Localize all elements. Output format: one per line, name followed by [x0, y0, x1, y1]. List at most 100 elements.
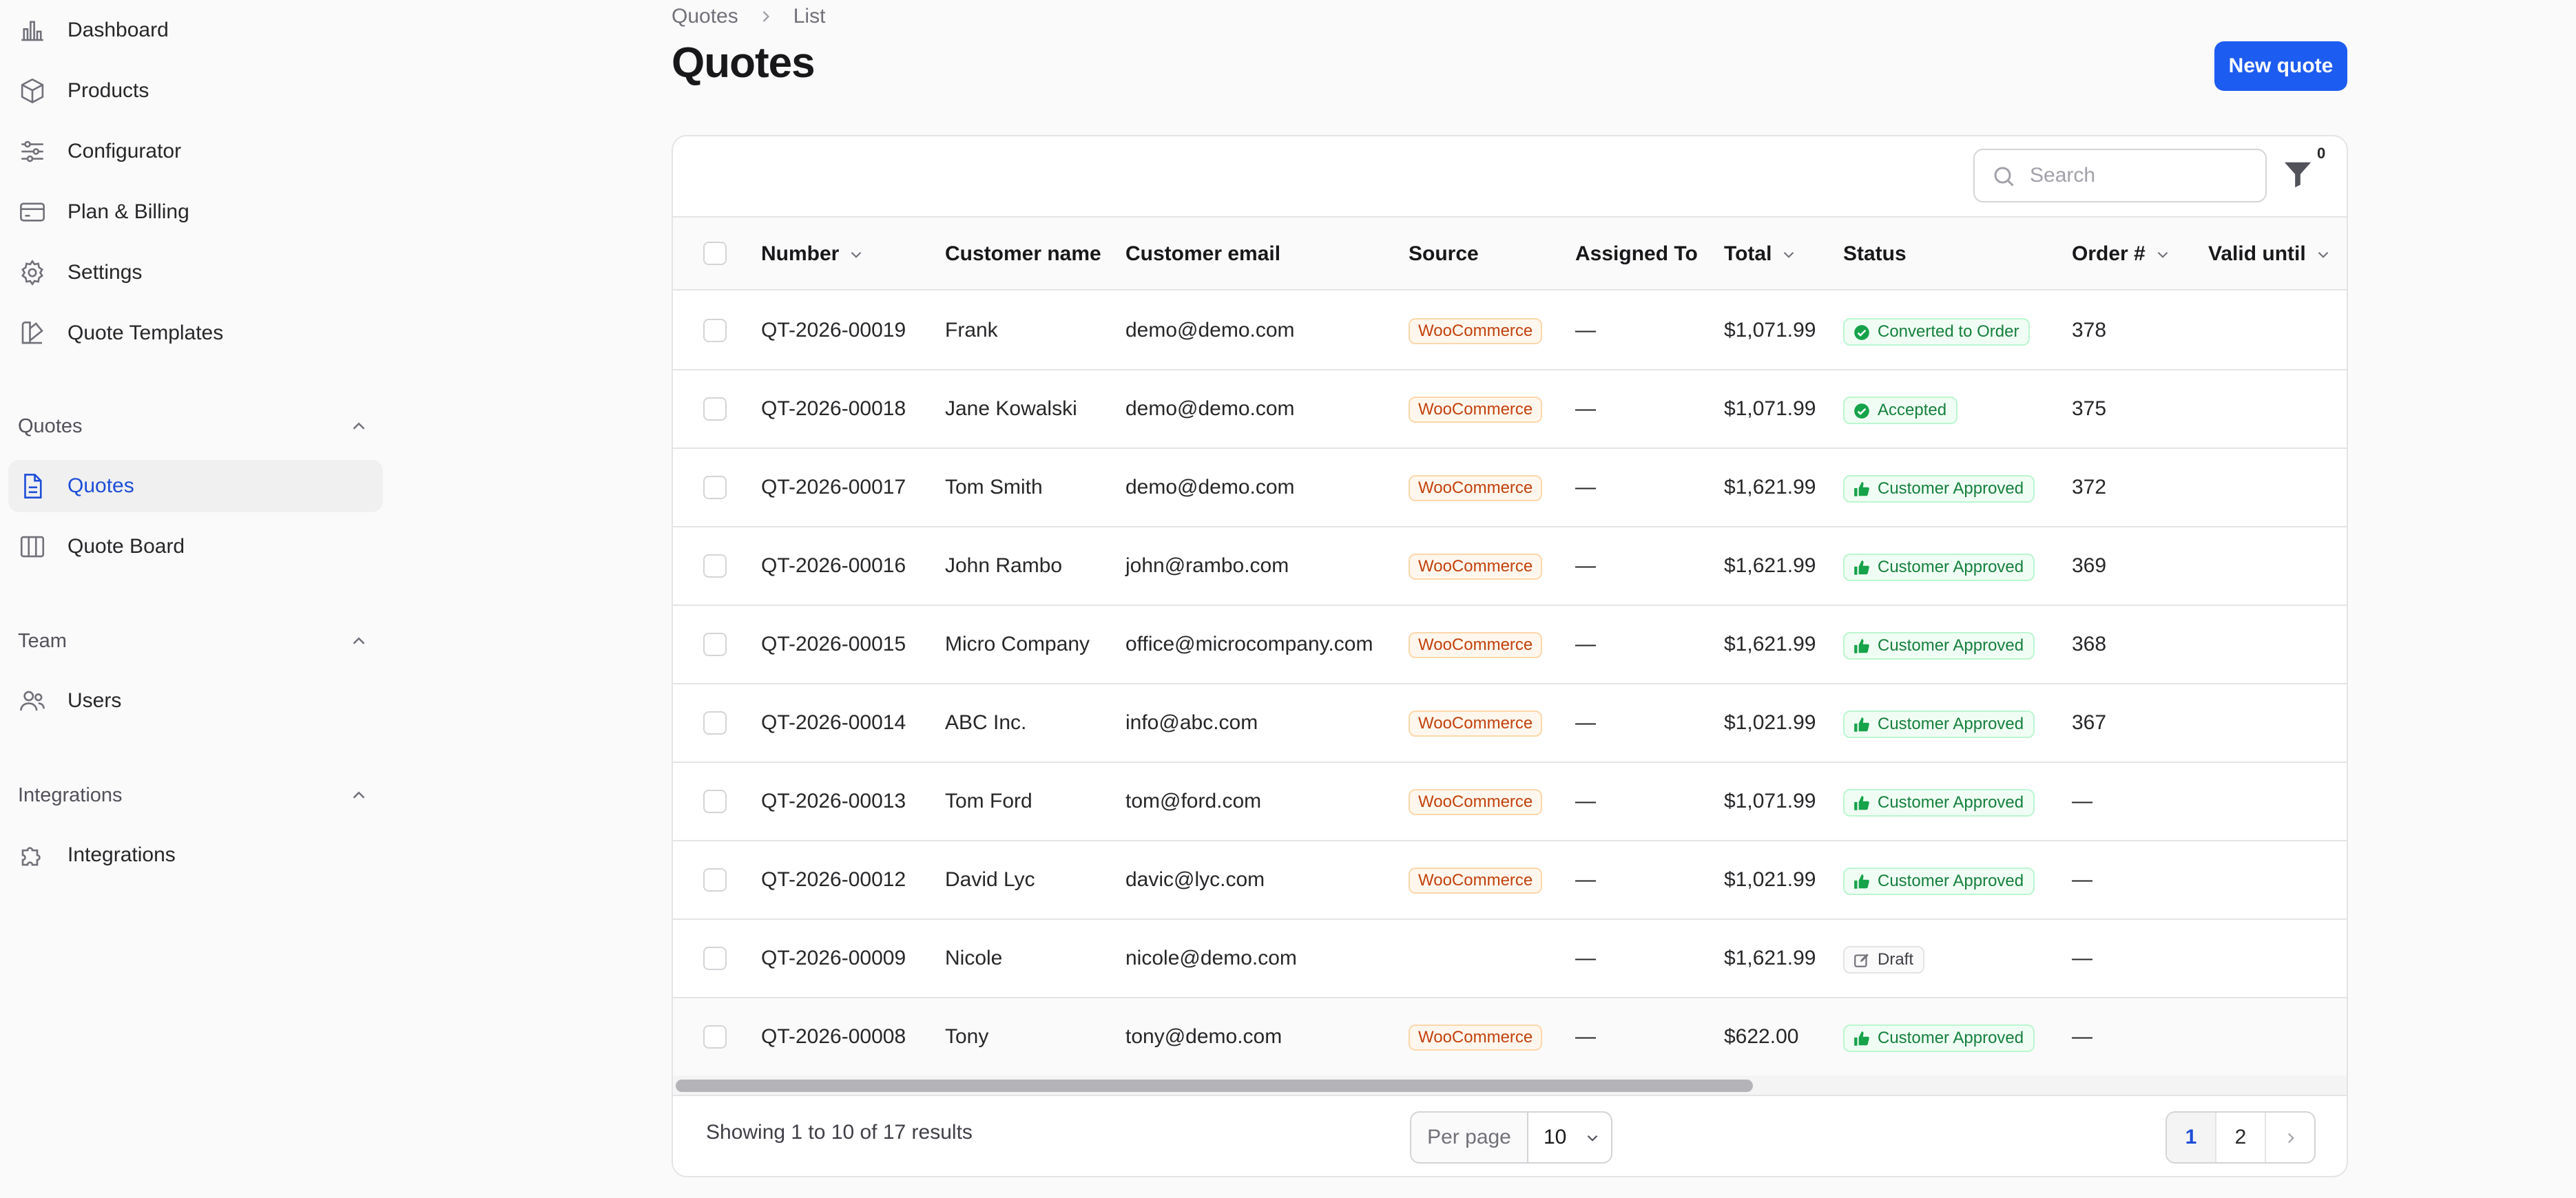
select-all-checkbox[interactable] — [703, 242, 727, 265]
sidebar-item-plan-billing[interactable]: Plan & Billing — [8, 186, 383, 238]
chevron-up-icon — [353, 791, 365, 799]
row-checkbox[interactable] — [703, 554, 727, 578]
thumbs-up-icon — [1854, 717, 1869, 732]
table-row[interactable]: QT-2026-00008 Tony tony@demo.com WooCommerc… — [673, 998, 2347, 1077]
users-icon — [20, 691, 45, 711]
sidebar-group-label: Integrations — [18, 784, 123, 806]
thumbs-up-icon — [1854, 560, 1869, 575]
row-checkbox[interactable] — [703, 397, 727, 421]
page-button-2[interactable]: 2 — [2216, 1113, 2266, 1162]
sidebar-item-quote-templates[interactable]: Quote Templates — [8, 307, 383, 359]
column-header-valid-until[interactable]: Valid until — [2208, 218, 2332, 291]
row-checkbox[interactable] — [703, 1025, 727, 1049]
column-header-total[interactable]: Total — [1724, 218, 1798, 291]
search-input[interactable] — [2030, 150, 2250, 201]
sidebar-item-integrations[interactable]: Integrations — [8, 829, 383, 881]
cell-assigned-to: — — [1575, 554, 1596, 577]
sidebar-item-quotes[interactable]: Quotes — [8, 460, 383, 512]
thumbs-up-icon — [1854, 639, 1869, 653]
filter-icon[interactable] — [2282, 157, 2314, 191]
sidebar-item-products[interactable]: Products — [8, 65, 383, 117]
cell-customer-name: Tom Ford — [945, 790, 1032, 812]
cell-total: $1,621.99 — [1724, 554, 1816, 577]
check-circle-icon — [1854, 325, 1869, 340]
table-row[interactable]: QT-2026-00015 Micro Company office@microco… — [673, 606, 2347, 684]
breadcrumb: Quotes List — [672, 3, 825, 30]
cell-total: $1,071.99 — [1724, 790, 1816, 812]
row-checkbox[interactable] — [703, 947, 727, 970]
cell-assigned-to: — — [1575, 711, 1596, 734]
horizontal-scrollbar[interactable] — [673, 1075, 2347, 1096]
cell-customer-name: Nicole — [945, 947, 1003, 969]
status-badge: Customer Approved — [1843, 789, 2035, 817]
chevron-up-icon — [353, 637, 365, 644]
table-row[interactable]: QT-2026-00014 ABC Inc. info@abc.com WooComm… — [673, 684, 2347, 763]
cell-assigned-to: — — [1575, 397, 1596, 420]
table-row[interactable]: QT-2026-00013 Tom Ford tom@ford.com WooComm… — [673, 763, 2347, 841]
scrollbar-thumb[interactable] — [676, 1080, 1753, 1092]
cell-number[interactable]: QT-2026-00018 — [761, 370, 906, 448]
table-row[interactable]: QT-2026-00019 Frank demo@demo.com WooCommer… — [673, 292, 2347, 370]
pencil-square-icon — [1854, 954, 1869, 967]
row-checkbox[interactable] — [703, 633, 727, 656]
column-header-source: Source — [1409, 242, 1479, 265]
table-row[interactable]: QT-2026-00012 David Lyc davic@lyc.com WooCo… — [673, 841, 2347, 920]
sidebar-item-label: Integrations — [67, 843, 176, 866]
page-button-1[interactable]: 1 — [2167, 1113, 2216, 1162]
cell-number[interactable]: QT-2026-00016 — [761, 527, 906, 605]
cell-order-number: — — [2072, 868, 2092, 891]
table-row[interactable]: QT-2026-00017 Tom Smith demo@demo.com WooCo… — [673, 449, 2347, 527]
cell-number[interactable]: QT-2026-00019 — [761, 292, 906, 369]
cell-customer-name: Tony — [945, 1025, 989, 1048]
cell-number[interactable]: QT-2026-00008 — [761, 998, 906, 1075]
cell-customer-email: tony@demo.com — [1125, 1025, 1282, 1048]
chart-bar-icon — [21, 21, 43, 41]
row-checkbox[interactable] — [703, 790, 727, 813]
cube-icon — [21, 78, 44, 104]
sidebar-item-settings[interactable]: Settings — [8, 246, 383, 299]
table-row[interactable]: QT-2026-00016 John Rambo john@rambo.com Woo… — [673, 527, 2347, 606]
row-checkbox[interactable] — [703, 711, 727, 735]
column-header-customer-name: Customer name — [945, 242, 1101, 265]
breadcrumb-item-quotes[interactable]: Quotes — [672, 5, 738, 28]
new-quote-button[interactable]: New quote — [2214, 41, 2347, 91]
status-label: Converted to Order — [1878, 322, 2019, 341]
sidebar-group-integrations[interactable]: Integrations — [18, 778, 369, 812]
per-page-label: Per page — [1411, 1113, 1528, 1162]
cell-total: $1,071.99 — [1724, 397, 1816, 420]
cell-customer-name: Frank — [945, 319, 998, 341]
cell-number[interactable]: QT-2026-00013 — [761, 763, 906, 840]
column-header-number[interactable]: Number — [761, 218, 865, 291]
cell-number[interactable]: QT-2026-00012 — [761, 841, 906, 918]
cell-order-number: 368 — [2072, 633, 2107, 655]
sidebar-item-dashboard[interactable]: Dashboard — [8, 4, 383, 56]
per-page-select[interactable]: Per page 10 — [1410, 1111, 1612, 1164]
table-row[interactable]: QT-2026-00009 Nicole nicole@demo.com — $1,62… — [673, 920, 2347, 998]
next-page-button[interactable] — [2266, 1113, 2314, 1162]
sidebar-group-quotes[interactable]: Quotes — [18, 409, 369, 443]
sidebar-item-configurator[interactable]: Configurator — [8, 125, 383, 178]
sidebar-item-quote-board[interactable]: Quote Board — [8, 521, 383, 573]
table-row[interactable]: QT-2026-00018 Jane Kowalski demo@demo.com W… — [673, 370, 2347, 449]
row-checkbox[interactable] — [703, 476, 727, 499]
column-header-order[interactable]: Order # — [2072, 218, 2172, 291]
status-badge: Customer Approved — [1843, 1024, 2035, 1052]
cell-total: $1,621.99 — [1724, 633, 1816, 655]
source-badge: WooCommerce — [1409, 318, 1543, 344]
quotes-table-card: 0 Number Customer name Customer email So… — [672, 135, 2348, 1177]
sidebar-group-team[interactable]: Team — [18, 624, 369, 658]
page-title: Quotes — [672, 39, 816, 87]
cell-customer-name: Micro Company — [945, 633, 1090, 655]
row-checkbox[interactable] — [703, 868, 727, 892]
cell-customer-email: demo@demo.com — [1125, 476, 1295, 498]
cell-number[interactable]: QT-2026-00017 — [761, 449, 906, 526]
status-badge: Customer Approved — [1843, 711, 2035, 738]
cell-customer-name: Jane Kowalski — [945, 397, 1077, 420]
cell-number[interactable]: QT-2026-00014 — [761, 684, 906, 761]
cell-number[interactable]: QT-2026-00009 — [761, 920, 906, 997]
cell-order-number: 375 — [2072, 397, 2107, 420]
cell-number[interactable]: QT-2026-00015 — [761, 606, 906, 683]
sidebar-item-users[interactable]: Users — [8, 675, 383, 727]
row-checkbox[interactable] — [703, 319, 727, 342]
sidebar-item-label: Plan & Billing — [67, 200, 189, 223]
